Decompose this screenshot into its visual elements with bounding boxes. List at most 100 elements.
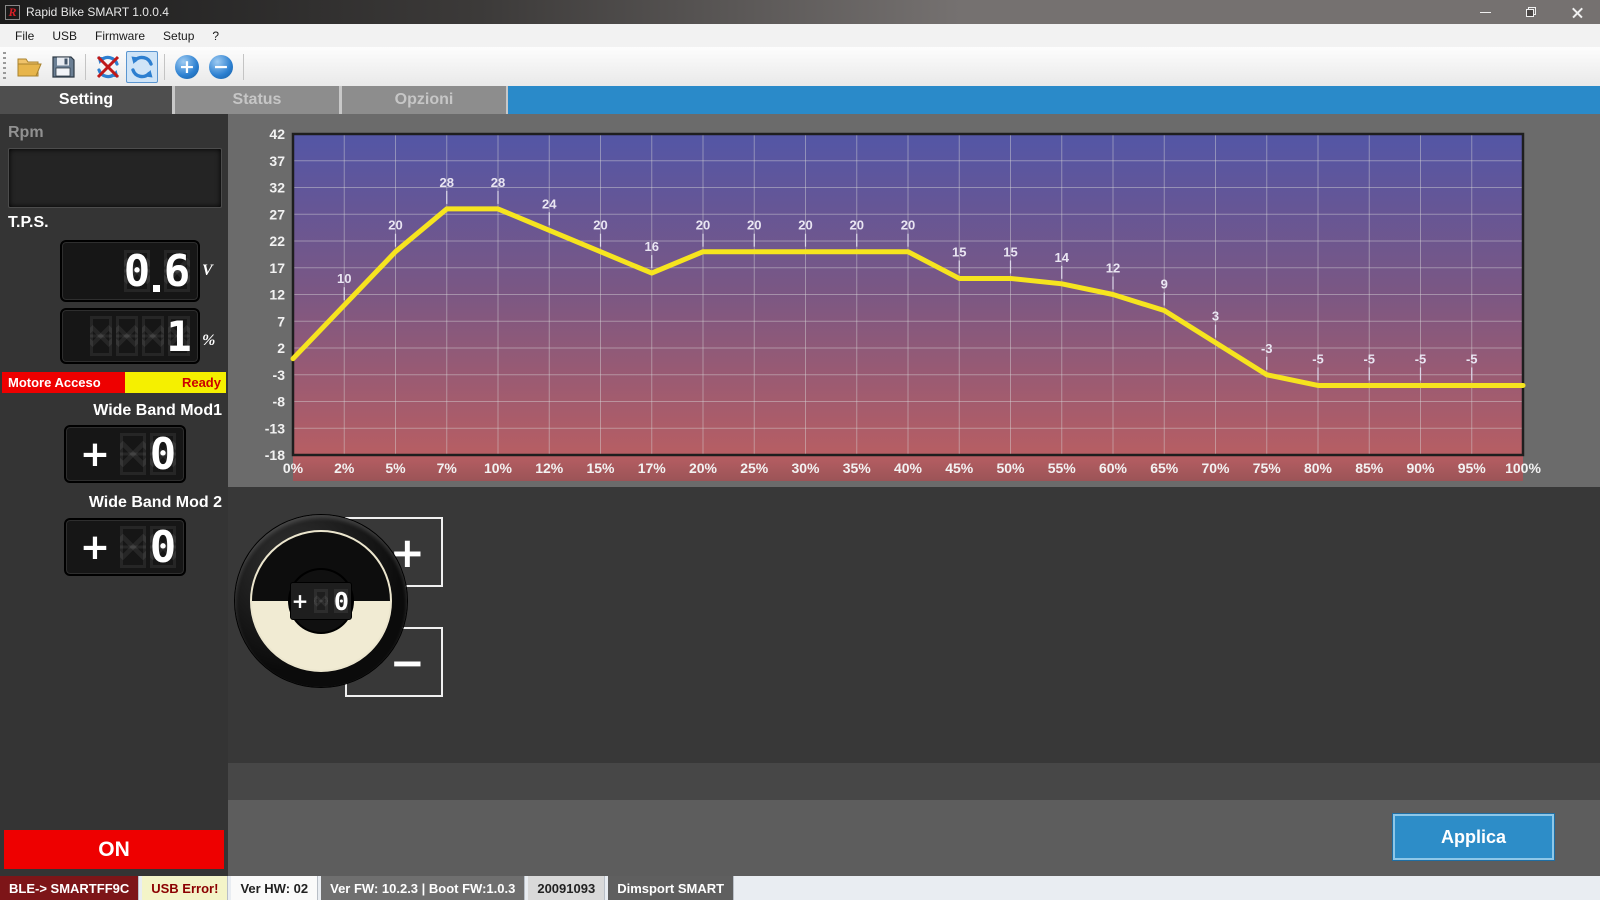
svg-text:12: 12 (269, 287, 285, 303)
svg-text:65%: 65% (1150, 460, 1179, 476)
svg-text:12%: 12% (535, 460, 564, 476)
wide-band-1-display: + 0 (64, 425, 186, 483)
rpm-label: Rpm (8, 124, 44, 142)
restore-icon (1526, 7, 1536, 17)
svg-text:37: 37 (269, 153, 285, 169)
remove-circle-icon: − (209, 55, 233, 79)
status-segment: Ver HW: 02 (231, 876, 317, 900)
wide-band-1-sign: + (80, 434, 110, 475)
svg-text:25%: 25% (740, 460, 769, 476)
svg-text:-3: -3 (273, 367, 286, 383)
window-title: Rapid Bike SMART 1.0.0.4 (26, 5, 169, 19)
svg-text:-5: -5 (1312, 351, 1324, 366)
tps-percent-unit: % (202, 332, 215, 350)
dial-value: 0 (332, 587, 350, 615)
svg-text:10: 10 (337, 271, 351, 286)
wide-band-1-value: 0 (148, 431, 178, 477)
spacer-band (228, 763, 1600, 800)
status-bar: BLE-> SMARTFF9CUSB Error!Ver HW: 02Ver F… (0, 876, 1600, 900)
svg-text:27: 27 (269, 206, 285, 222)
svg-text:12: 12 (1106, 261, 1120, 276)
menu-bar: File USB Firmware Setup ? (0, 24, 1600, 47)
decrease-button[interactable]: − (205, 51, 237, 83)
save-button[interactable] (47, 51, 79, 83)
svg-text:-5: -5 (1415, 351, 1427, 366)
power-on-button[interactable]: ON (4, 830, 224, 869)
main-panel: 1020282824201620202020201515141293-3-5-5… (228, 114, 1600, 876)
close-button[interactable] (1554, 0, 1600, 24)
toolbar-grip[interactable] (3, 52, 6, 82)
svg-text:90%: 90% (1406, 460, 1435, 476)
svg-text:30%: 30% (791, 460, 820, 476)
svg-text:28: 28 (440, 175, 454, 190)
sync-icon (128, 53, 156, 81)
wide-band-2-value: 0 (148, 524, 178, 570)
menu-help[interactable]: ? (203, 24, 228, 47)
status-segment: Ver FW: 10.2.3 | Boot FW:1.0.3 (321, 876, 524, 900)
tps-voltage-int: 0 (122, 248, 152, 294)
tab-opzioni[interactable]: Opzioni (342, 86, 506, 114)
toolbar-separator (85, 54, 86, 80)
svg-text:15: 15 (1003, 244, 1017, 259)
dial-panel: + − + 0 (228, 487, 1600, 763)
tab-setting[interactable]: Setting (0, 86, 172, 114)
wide-band-2-label: Wide Band Mod 2 (0, 494, 222, 512)
dial-value-display: + 0 (290, 582, 352, 620)
svg-text:0%: 0% (283, 460, 304, 476)
svg-text:85%: 85% (1355, 460, 1384, 476)
status-segment: BLE-> SMARTFF9C (0, 876, 138, 900)
adjustment-knob[interactable]: + 0 (235, 515, 407, 687)
menu-usb[interactable]: USB (43, 24, 86, 47)
menu-file[interactable]: File (0, 24, 43, 47)
restore-button[interactable] (1508, 0, 1554, 24)
menu-setup[interactable]: Setup (154, 24, 203, 47)
tab-status[interactable]: Status (175, 86, 339, 114)
svg-text:40%: 40% (894, 460, 923, 476)
svg-text:24: 24 (542, 196, 557, 211)
svg-text:17: 17 (269, 260, 285, 276)
minimize-icon (1480, 12, 1491, 13)
svg-text:55%: 55% (1048, 460, 1077, 476)
tps-map-chart[interactable]: 1020282824201620202020201515141293-3-5-5… (228, 114, 1600, 487)
ready-status-label: Ready (125, 372, 226, 393)
save-icon (51, 55, 75, 79)
svg-text:20: 20 (798, 218, 812, 233)
app-logo-icon: R (5, 5, 20, 20)
minimize-button[interactable] (1462, 0, 1508, 24)
usb-disconnect-button[interactable] (92, 51, 124, 83)
menu-firmware[interactable]: Firmware (86, 24, 154, 47)
tps-percent-value: 1 (166, 314, 192, 358)
tps-voltage-display: 0 6 (60, 240, 200, 302)
svg-text:32: 32 (269, 180, 285, 196)
toolbar-separator (164, 54, 165, 80)
svg-text:22: 22 (269, 233, 285, 249)
svg-text:60%: 60% (1099, 460, 1128, 476)
tps-voltage-frac: 6 (162, 248, 192, 294)
engine-status-label: Motore Acceso (2, 372, 125, 393)
svg-text:45%: 45% (945, 460, 974, 476)
svg-text:95%: 95% (1458, 460, 1487, 476)
svg-text:20: 20 (850, 218, 864, 233)
svg-text:3: 3 (1212, 309, 1219, 324)
knob-ring: + 0 (250, 530, 392, 672)
increase-button[interactable]: + (171, 51, 203, 83)
svg-text:2%: 2% (334, 460, 355, 476)
rpm-display (8, 148, 222, 208)
decimal-point (153, 285, 160, 292)
tab-bar: Setting Status Opzioni (0, 86, 1600, 114)
knob-center: + 0 (290, 570, 352, 632)
svg-text:80%: 80% (1304, 460, 1333, 476)
svg-text:16: 16 (645, 239, 659, 254)
sync-button[interactable] (126, 51, 158, 83)
svg-text:7: 7 (277, 313, 285, 329)
svg-text:-3: -3 (1261, 341, 1273, 356)
svg-text:28: 28 (491, 175, 505, 190)
wide-band-2-sign: + (80, 527, 110, 568)
open-folder-icon (16, 55, 42, 79)
svg-text:-5: -5 (1466, 351, 1478, 366)
svg-text:5%: 5% (385, 460, 406, 476)
usb-disconnect-icon (94, 53, 122, 81)
open-file-button[interactable] (13, 51, 45, 83)
apply-button[interactable]: Applica (1392, 813, 1555, 861)
svg-text:35%: 35% (843, 460, 872, 476)
